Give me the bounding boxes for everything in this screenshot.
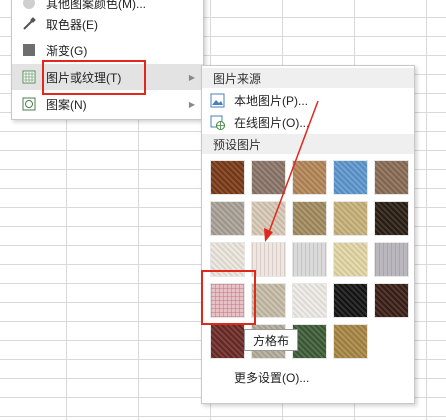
annotation-arrow [264, 100, 319, 242]
